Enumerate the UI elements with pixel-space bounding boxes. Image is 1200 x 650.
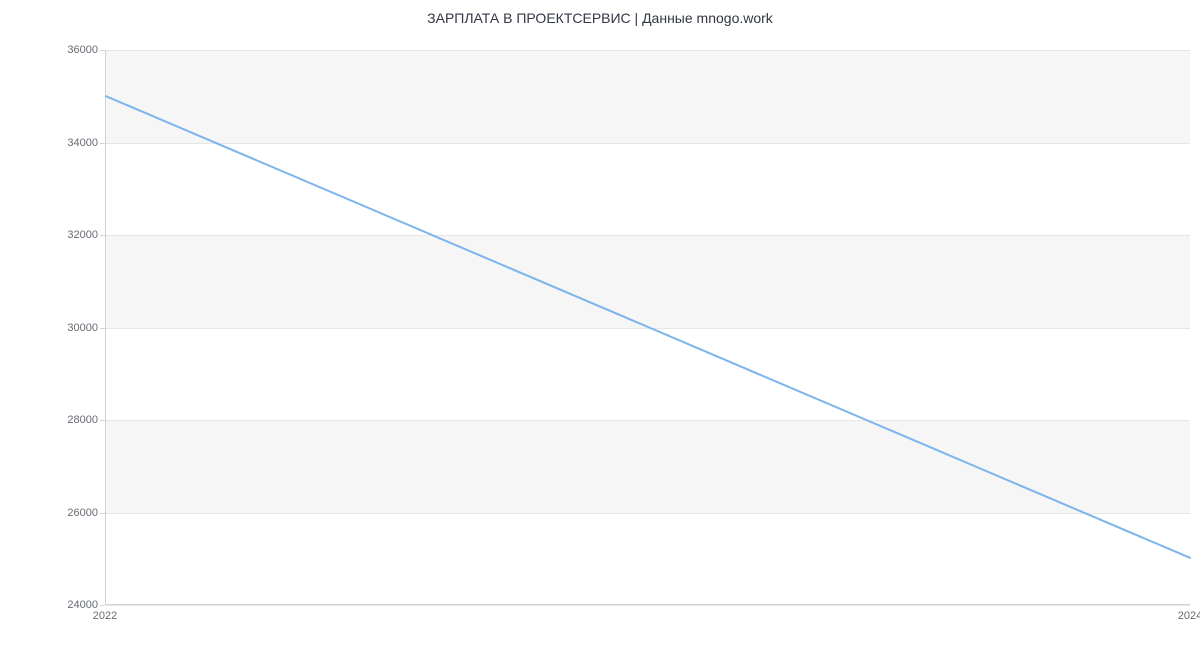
y-tick-label: 30000: [18, 322, 98, 334]
gridline: [106, 605, 1190, 606]
y-tick-label: 36000: [18, 44, 98, 56]
chart-title: ЗАРПЛАТА В ПРОЕКТСЕРВИС | Данные mnogo.w…: [0, 10, 1200, 26]
y-tick-label: 32000: [18, 229, 98, 241]
y-tick-label: 34000: [18, 137, 98, 149]
plot-area: [105, 50, 1190, 605]
y-tick-label: 24000: [18, 599, 98, 611]
series-line: [106, 96, 1190, 558]
line-layer: [106, 50, 1190, 604]
chart-container: ЗАРПЛАТА В ПРОЕКТСЕРВИС | Данные mnogo.w…: [0, 0, 1200, 650]
x-tick-label: 2022: [93, 610, 117, 622]
x-tick-label: 2024: [1178, 610, 1200, 622]
y-tick-label: 26000: [18, 507, 98, 519]
y-tick-label: 28000: [18, 414, 98, 426]
